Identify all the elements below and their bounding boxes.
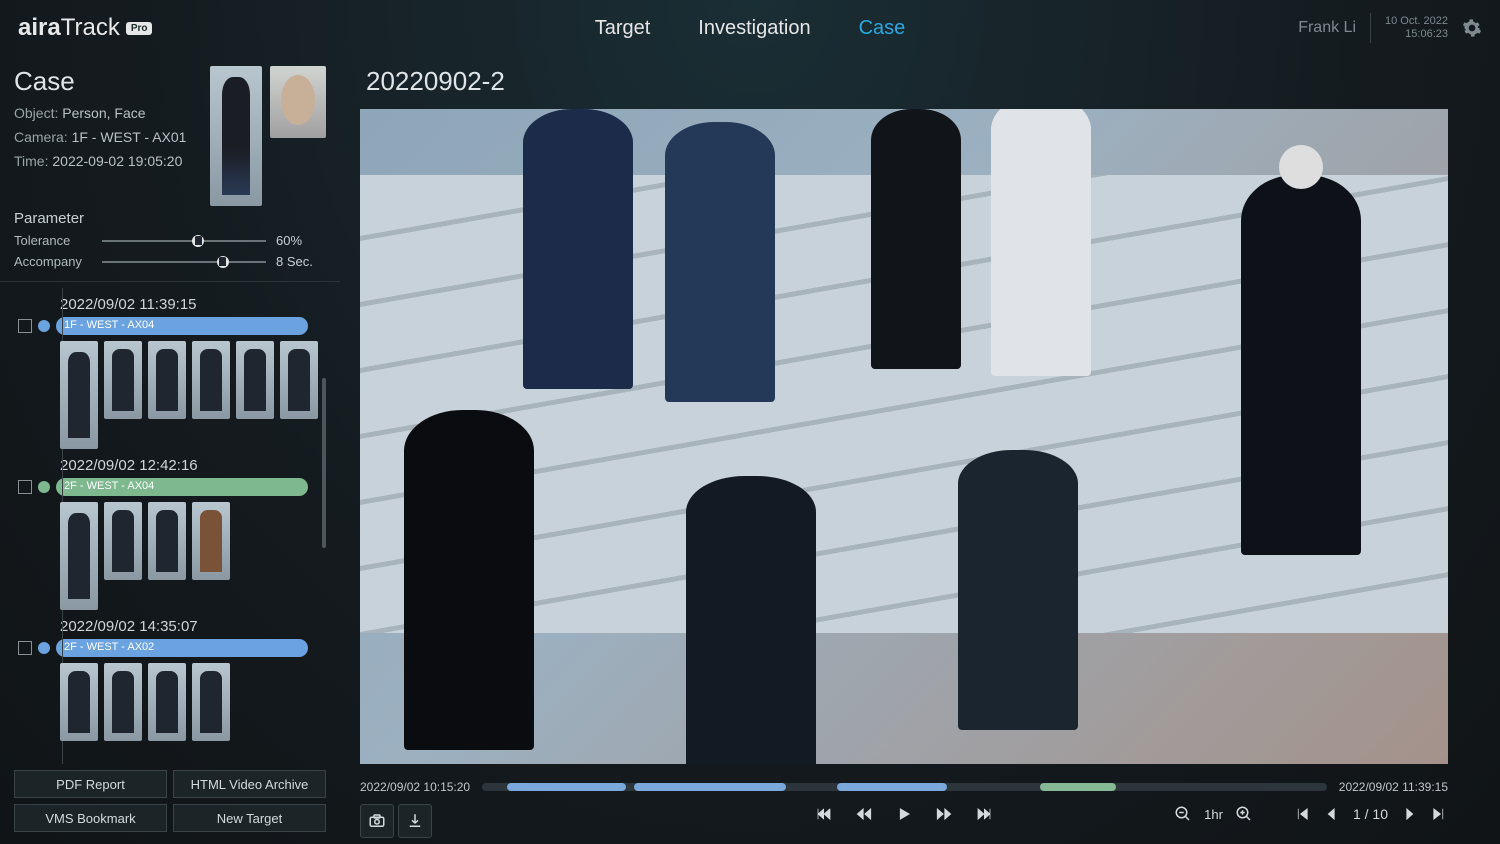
timeline-end: 2022/09/02 11:39:15 bbox=[1339, 780, 1448, 794]
skip-back-icon[interactable] bbox=[815, 805, 833, 823]
pro-badge: Pro bbox=[126, 22, 153, 35]
play-icon[interactable] bbox=[895, 805, 913, 823]
timeline-segment[interactable] bbox=[1040, 783, 1116, 791]
event-dot bbox=[38, 320, 50, 332]
person-thumb[interactable] bbox=[280, 341, 318, 419]
tolerance-slider[interactable]: Tolerance 60% bbox=[14, 233, 326, 248]
person-thumb[interactable] bbox=[104, 663, 142, 741]
target-face-thumb[interactable] bbox=[270, 66, 326, 138]
event-time: 2022/09/02 11:39:15 bbox=[60, 296, 320, 313]
event-time: 2022/09/02 14:35:07 bbox=[60, 618, 320, 635]
app-logo: airaTrack Pro bbox=[18, 14, 152, 42]
divider bbox=[1370, 13, 1371, 43]
event-dot bbox=[38, 642, 50, 654]
person-thumb[interactable] bbox=[236, 341, 274, 419]
case-object: Object: Person, Face bbox=[14, 105, 200, 121]
timeline-segment[interactable] bbox=[634, 783, 786, 791]
event-checkbox[interactable] bbox=[18, 480, 32, 494]
parameter-heading: Parameter bbox=[14, 210, 326, 227]
case-time: Time: 2022-09-02 19:05:20 bbox=[14, 153, 200, 169]
download-button[interactable] bbox=[398, 804, 432, 838]
person-thumb[interactable] bbox=[104, 341, 142, 419]
page-last-icon[interactable] bbox=[1430, 805, 1448, 823]
page-indicator: 1 / 10 bbox=[1353, 806, 1388, 822]
datetime: 10 Oct. 2022 15:06:23 bbox=[1385, 15, 1448, 41]
skip-forward-icon[interactable] bbox=[975, 805, 993, 823]
person-thumb[interactable] bbox=[192, 502, 230, 580]
html-video-archive-button[interactable]: HTML Video Archive bbox=[173, 770, 326, 798]
tab-investigation[interactable]: Investigation bbox=[698, 17, 810, 40]
gear-icon[interactable] bbox=[1462, 18, 1482, 38]
event-dot bbox=[38, 481, 50, 493]
sidebar: Case Object: Person, Face Camera: 1F - W… bbox=[0, 56, 340, 844]
person-thumb[interactable] bbox=[60, 341, 98, 449]
timeline-start: 2022/09/02 10:15:20 bbox=[360, 780, 470, 794]
case-id-title: 20220902-2 bbox=[366, 66, 1448, 97]
pdf-report-button[interactable]: PDF Report bbox=[14, 770, 167, 798]
rewind-icon[interactable] bbox=[855, 805, 873, 823]
main-panel: 20220902-2 2022/09/02 10:15:20 2022/09/0… bbox=[340, 56, 1500, 844]
person-thumb[interactable] bbox=[60, 663, 98, 741]
event-item: 2022/09/02 11:39:15 1F - WEST - AX04 bbox=[18, 296, 320, 449]
person-thumb[interactable] bbox=[60, 502, 98, 610]
user-name: Frank Li bbox=[1298, 19, 1356, 37]
timeline-segment[interactable] bbox=[507, 783, 625, 791]
timeline[interactable]: 2022/09/02 10:15:20 2022/09/02 11:39:15 bbox=[360, 780, 1448, 794]
event-checkbox[interactable] bbox=[18, 319, 32, 333]
case-camera: Camera: 1F - WEST - AX01 bbox=[14, 129, 200, 145]
sidebar-title: Case bbox=[14, 66, 200, 97]
page-first-icon[interactable] bbox=[1293, 805, 1311, 823]
person-thumb[interactable] bbox=[148, 663, 186, 741]
new-target-button[interactable]: New Target bbox=[173, 804, 326, 832]
scrollbar[interactable] bbox=[322, 378, 326, 548]
person-thumb[interactable] bbox=[148, 341, 186, 419]
event-item: 2022/09/02 12:42:16 2F - WEST - AX04 bbox=[18, 457, 320, 610]
event-list: 2022/09/02 11:39:151F - WEST - AX042022/… bbox=[14, 288, 326, 764]
tab-target[interactable]: Target bbox=[595, 17, 651, 40]
video-frame[interactable] bbox=[360, 109, 1448, 764]
page-prev-icon[interactable] bbox=[1323, 805, 1341, 823]
camera-pill[interactable]: 2F - WEST - AX04 bbox=[56, 478, 308, 496]
page-next-icon[interactable] bbox=[1400, 805, 1418, 823]
camera-pill[interactable]: 1F - WEST - AX04 bbox=[56, 317, 308, 335]
zoom-level: 1hr bbox=[1204, 807, 1223, 822]
person-thumb[interactable] bbox=[104, 502, 142, 580]
main-nav: Target Investigation Case bbox=[595, 17, 906, 40]
vms-bookmark-button[interactable]: VMS Bookmark bbox=[14, 804, 167, 832]
event-item: 2022/09/02 14:35:07 2F - WEST - AX02 bbox=[18, 618, 320, 741]
zoom-in-icon[interactable] bbox=[1235, 805, 1253, 823]
fast-forward-icon[interactable] bbox=[935, 805, 953, 823]
event-checkbox[interactable] bbox=[18, 641, 32, 655]
zoom-out-icon[interactable] bbox=[1174, 805, 1192, 823]
event-time: 2022/09/02 12:42:16 bbox=[60, 457, 320, 474]
accompany-slider[interactable]: Accompany 8 Sec. bbox=[14, 254, 326, 269]
person-thumb[interactable] bbox=[148, 502, 186, 580]
person-thumb[interactable] bbox=[192, 341, 230, 419]
person-thumb[interactable] bbox=[192, 663, 230, 741]
target-person-thumb[interactable] bbox=[210, 66, 262, 206]
tab-case[interactable]: Case bbox=[859, 17, 906, 40]
camera-pill[interactable]: 2F - WEST - AX02 bbox=[56, 639, 308, 657]
timeline-segment[interactable] bbox=[837, 783, 947, 791]
snapshot-button[interactable] bbox=[360, 804, 394, 838]
